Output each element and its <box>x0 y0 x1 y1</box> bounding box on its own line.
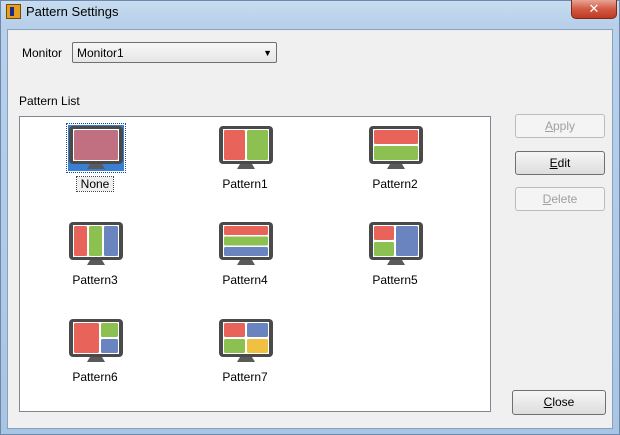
close-icon: ✕ <box>588 1 600 16</box>
pattern-item-label: Pattern7 <box>222 370 268 384</box>
chevron-down-icon: ▼ <box>263 48 272 58</box>
pattern-item-label: Pattern5 <box>372 273 418 287</box>
pattern-thumbnail <box>218 221 274 267</box>
title-bar[interactable]: Pattern Settings ✕ <box>1 0 619 23</box>
monitor-icon <box>369 126 423 169</box>
monitor-icon <box>69 222 123 265</box>
monitor-select[interactable]: Monitor1 ▼ <box>72 42 277 63</box>
pattern-item-pattern1[interactable]: Pattern1 <box>200 121 290 201</box>
pattern-item-label: Pattern4 <box>222 273 268 287</box>
pattern-item-none[interactable]: None <box>50 121 140 201</box>
pattern-list[interactable]: None Pattern1 Pattern2 Pattern3 Pattern4 Patt… <box>19 116 491 412</box>
edit-button[interactable]: Edit <box>515 151 605 175</box>
app-icon <box>6 4 21 19</box>
pattern-item-label: Pattern6 <box>72 370 118 384</box>
pattern-item-pattern7[interactable]: Pattern7 <box>200 314 290 394</box>
pattern-item-label: Pattern1 <box>222 177 268 191</box>
monitor-icon <box>219 319 273 362</box>
window-title: Pattern Settings <box>26 4 119 19</box>
pattern-item-pattern6[interactable]: Pattern6 <box>50 314 140 394</box>
pattern-thumbnail <box>68 318 124 364</box>
pattern-item-pattern5[interactable]: Pattern5 <box>350 217 440 297</box>
monitor-icon <box>69 319 123 362</box>
monitor-icon <box>369 222 423 265</box>
monitor-select-value: Monitor1 <box>77 46 124 60</box>
monitor-icon <box>219 222 273 265</box>
delete-button[interactable]: Delete <box>515 187 605 211</box>
pattern-item-label: Pattern2 <box>372 177 418 191</box>
pattern-item-pattern2[interactable]: Pattern2 <box>350 121 440 201</box>
monitor-icon <box>69 126 123 169</box>
dialog-client-area: Monitor Monitor1 ▼ Pattern List None Patt… <box>7 29 613 429</box>
close-button[interactable]: Close <box>512 390 606 415</box>
pattern-list-label: Pattern List <box>19 94 80 108</box>
pattern-item-pattern4[interactable]: Pattern4 <box>200 217 290 297</box>
pattern-item-label: Pattern3 <box>72 273 118 287</box>
apply-button[interactable]: Apply <box>515 114 605 138</box>
monitor-icon <box>219 126 273 169</box>
pattern-thumbnail <box>68 221 124 267</box>
pattern-thumbnail <box>368 125 424 171</box>
pattern-item-label: None <box>76 176 114 192</box>
pattern-item-pattern3[interactable]: Pattern3 <box>50 217 140 297</box>
monitor-label: Monitor <box>22 46 63 60</box>
pattern-settings-window: Pattern Settings ✕ Monitor Monitor1 ▼ Pa… <box>0 0 620 435</box>
pattern-thumbnail <box>218 318 274 364</box>
pattern-thumbnail <box>66 123 126 173</box>
pattern-thumbnail <box>368 221 424 267</box>
pattern-thumbnail <box>218 125 274 171</box>
window-close-button[interactable]: ✕ <box>571 0 617 19</box>
